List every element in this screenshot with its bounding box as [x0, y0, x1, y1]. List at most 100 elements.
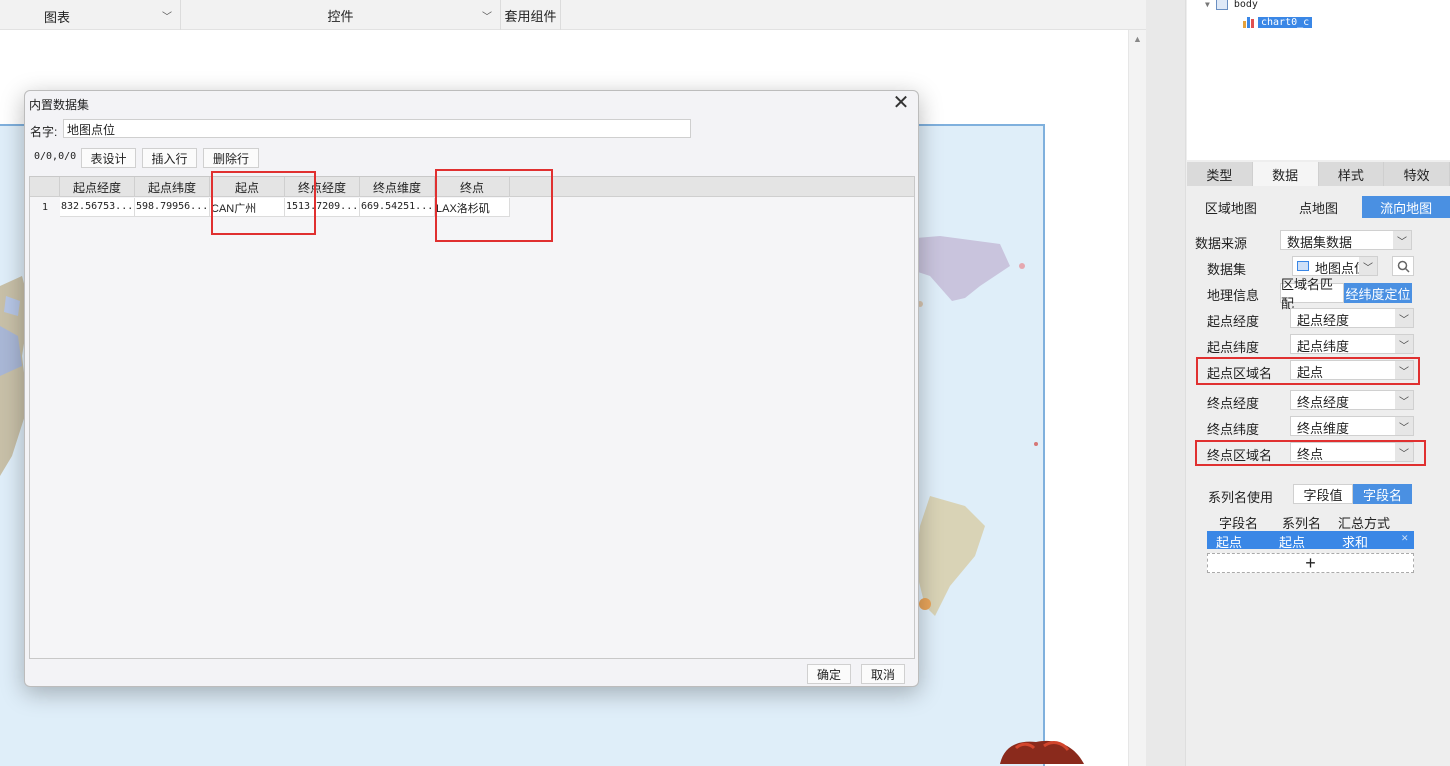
data-source-select[interactable]: 数据集数据 ﹀ [1280, 230, 1412, 250]
geo-info-row: 地理信息 区域名匹配 经纬度定位 [1187, 277, 1450, 311]
start-lng-label: 起点经度 [1207, 314, 1260, 329]
geo-option-latlng[interactable]: 经纬度定位 [1344, 283, 1412, 303]
tree-node-chart[interactable]: chart0_c [1242, 14, 1313, 30]
data-source-label: 数据来源 [1195, 236, 1248, 251]
dataset-label: 数据集 [1207, 262, 1247, 277]
field-table-row[interactable]: 起点 起点 求和 ✕ [1207, 531, 1414, 550]
cancel-button[interactable]: 取消 [861, 664, 905, 684]
highlight-box [435, 169, 553, 242]
end-lat-select[interactable]: 终点维度 ﹀ [1290, 416, 1414, 436]
chevron-down-icon: ﹀ [1359, 257, 1377, 275]
widget-dropdown-label: 控件 [327, 8, 354, 24]
end-lng-select[interactable]: 终点经度 ﹀ [1290, 390, 1414, 410]
table-design-button[interactable]: 表设计 [81, 148, 136, 168]
column-header[interactable]: 起点纬度 [135, 177, 210, 197]
subtab-point-map[interactable]: 点地图 [1275, 196, 1363, 218]
chart-icon [1243, 17, 1254, 28]
dialog-title: 内置数据集 [29, 98, 90, 112]
map-type-tabs: 区域地图 点地图 流向地图 [1187, 196, 1450, 218]
delete-row-button[interactable]: 删除行 [203, 148, 259, 168]
ok-button[interactable]: 确定 [807, 664, 851, 684]
chevron-down-icon: ﹀ [1393, 231, 1411, 249]
name-label: 名字: [30, 125, 58, 139]
field-cell-series: 起点 [1279, 535, 1306, 550]
dataset-select[interactable]: 地图点位 ﹀ [1292, 256, 1378, 276]
search-icon [1397, 260, 1410, 273]
search-dataset-button[interactable] [1392, 256, 1414, 276]
table-cell[interactable]: 598.79956... [135, 198, 210, 217]
scroll-up-icon[interactable]: ▲ [1133, 34, 1142, 44]
start-lat-select[interactable]: 起点纬度 ﹀ [1290, 334, 1414, 354]
row-counter: 0/0,0/0 [34, 151, 77, 162]
tree-node-chart-label: chart0_c [1258, 16, 1313, 28]
widget-dropdown[interactable]: 控件 ﹀ [181, 0, 501, 30]
geo-option-region-match[interactable]: 区域名匹配 [1280, 277, 1344, 311]
table-cell[interactable]: 832.56753... [60, 198, 135, 217]
end-lng-value: 终点经度 [1297, 395, 1350, 410]
field-header-summary: 汇总方式 [1338, 516, 1391, 531]
start-lng-value: 起点经度 [1297, 313, 1350, 328]
start-lng-select[interactable]: 起点经度 ﹀ [1290, 308, 1414, 328]
add-field-button[interactable]: + [1207, 553, 1414, 573]
field-header-series: 系列名 [1282, 516, 1322, 531]
chevron-down-icon: ﹀ [1395, 335, 1413, 353]
caret-down-icon: ▼ [1205, 0, 1210, 9]
tree-node-body-label: body [1233, 0, 1258, 10]
highlight-box [1196, 357, 1420, 385]
table-cell[interactable]: 669.54251... [360, 198, 435, 217]
data-grid: 起点经度 起点纬度 起点 终点经度 终点维度 终点 1 832.56753...… [29, 176, 915, 659]
field-header-field: 字段名 [1219, 516, 1259, 531]
end-lat-row: 终点纬度 终点维度 ﹀ [1187, 416, 1450, 438]
row-number: 1 [41, 202, 49, 213]
close-icon[interactable]: ✕ [1401, 533, 1409, 544]
chevron-down-icon: ﹀ [482, 12, 492, 23]
region-shape [919, 598, 931, 610]
highlight-box [1195, 440, 1426, 466]
island-shape [1034, 442, 1038, 446]
body-icon [1215, 0, 1228, 10]
start-lat-row: 起点纬度 起点纬度 ﹀ [1187, 334, 1450, 356]
mascot-image [1000, 740, 1084, 764]
south-america-shape [915, 496, 985, 616]
end-lng-label: 终点经度 [1207, 396, 1260, 411]
tab-type[interactable]: 类型 [1187, 162, 1253, 186]
canvas-scrollbar[interactable]: ▲ [1128, 30, 1146, 766]
start-lat-label: 起点纬度 [1207, 340, 1260, 355]
geo-info-label: 地理信息 [1207, 288, 1260, 303]
series-option-field-value[interactable]: 字段值 [1293, 484, 1353, 504]
insert-row-button[interactable]: 插入行 [142, 148, 197, 168]
start-lat-value: 起点纬度 [1297, 339, 1350, 354]
close-icon[interactable]: ✕ [890, 93, 912, 115]
field-cell-summary: 求和 [1342, 535, 1369, 550]
series-name-row: 系列名使用 字段值 字段名 [1187, 484, 1450, 506]
component-button[interactable]: 套用组件 [501, 0, 561, 30]
island-shape [1019, 263, 1025, 269]
chart-dropdown[interactable]: 图表 ﹀ [0, 0, 181, 30]
tab-style[interactable]: 样式 [1318, 162, 1385, 186]
chevron-down-icon: ﹀ [162, 12, 172, 23]
series-option-field-name[interactable]: 字段名 [1353, 484, 1412, 504]
subtab-flow-map[interactable]: 流向地图 [1362, 196, 1450, 218]
column-header[interactable]: 起点经度 [60, 177, 135, 197]
tree-node-body[interactable]: ▼ body [1205, 0, 1258, 12]
tab-effects[interactable]: 特效 [1384, 162, 1450, 186]
data-source-value: 数据集数据 [1287, 235, 1353, 250]
grid-corner-cell [30, 177, 60, 197]
plus-icon: + [1305, 552, 1316, 573]
column-header[interactable]: 终点维度 [360, 177, 435, 197]
end-lat-value: 终点维度 [1297, 421, 1350, 436]
dataset-table-icon [1297, 261, 1309, 271]
end-lat-label: 终点纬度 [1207, 422, 1260, 437]
series-name-label: 系列名使用 [1208, 490, 1274, 505]
component-button-label: 套用组件 [504, 8, 557, 24]
subtab-region-map[interactable]: 区域地图 [1187, 196, 1275, 218]
start-lng-row: 起点经度 起点经度 ﹀ [1187, 308, 1450, 330]
chart-dropdown-label: 图表 [44, 10, 71, 25]
name-input[interactable]: 地图点位 [63, 119, 691, 138]
panel-tabs: 类型 数据 样式 特效 [1187, 162, 1450, 186]
data-source-row: 数据来源 数据集数据 ﹀ [1187, 230, 1450, 252]
tab-data[interactable]: 数据 [1252, 162, 1319, 186]
end-lng-row: 终点经度 终点经度 ﹀ [1187, 390, 1450, 412]
panel-gutter [1146, 0, 1186, 766]
component-tree: ▼ body chart0_c [1187, 0, 1450, 160]
